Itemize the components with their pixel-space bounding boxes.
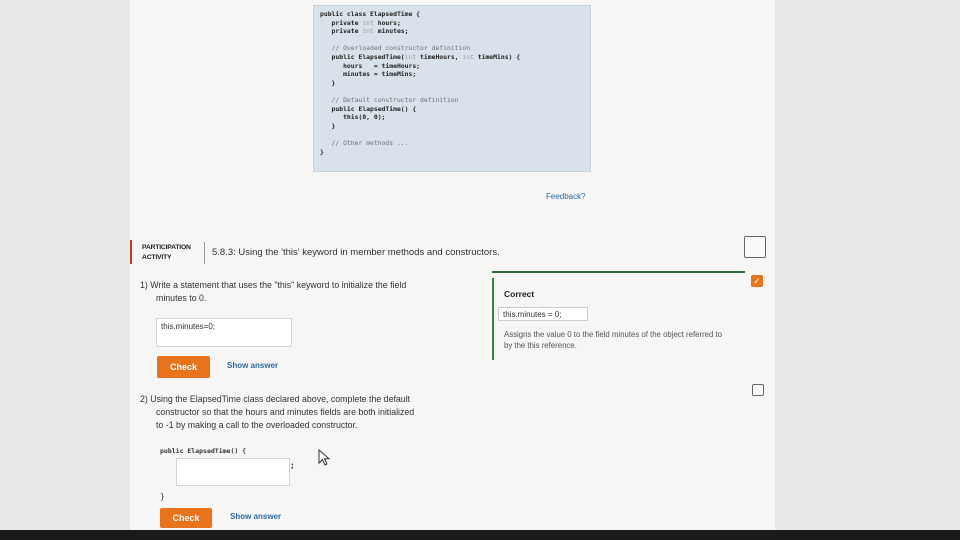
progress-rule [492, 271, 745, 273]
code-line: } [320, 78, 336, 87]
code-listing: public class ElapsedTime { private int h… [313, 5, 591, 172]
answer-explanation: Assigns the value 0 to the field minutes… [504, 330, 723, 350]
question-2-code-prefix: public ElapsedTime() { [160, 447, 247, 455]
code-line: public ElapsedTime(int timeHours, int ti… [320, 52, 521, 61]
code-line: public class ElapsedTime { [320, 10, 421, 18]
code-line: hours = timeHours; [320, 61, 421, 70]
question-1-show-answer-link[interactable]: Show answer [227, 361, 278, 370]
result-status: Correct [504, 289, 535, 299]
question-2-answer-input[interactable] [176, 458, 290, 486]
question-2-check-button[interactable]: Check [160, 508, 212, 528]
participation-activity-header: PARTICIPATION ACTIVITY 5.8.3: Using the … [130, 232, 775, 272]
code-line: public ElapsedTime() { [320, 104, 417, 113]
question-1-complete-check-icon: ✓ [751, 275, 763, 287]
mouse-cursor-icon [318, 449, 331, 466]
screen-bezel [0, 530, 960, 540]
question-2-semicolon: ; [290, 461, 295, 470]
code-line: // Overloaded constructor definition [320, 44, 471, 53]
question-2-completion-checkbox [752, 384, 764, 396]
question-1-check-button[interactable]: Check [157, 356, 210, 378]
feedback-link[interactable]: Feedback? [546, 192, 586, 201]
code-line: private int hours; [320, 18, 401, 27]
activity-accent-bar [130, 240, 132, 264]
activity-completion-checkbox [744, 236, 766, 258]
code-line: } [320, 121, 336, 130]
question-2-number: 2) [140, 394, 148, 404]
header-divider [204, 242, 205, 264]
question-1-answer-input[interactable]: this.minutes=0; [156, 318, 292, 347]
question-1-number: 1) [140, 280, 148, 290]
code-line: } [320, 147, 324, 156]
code-line: // Other methods ... [320, 138, 409, 147]
correct-answer-display: this.minutes = 0; [498, 307, 588, 321]
question-2-text: 2) Using the ElapsedTime class declared … [140, 394, 415, 430]
question-2-show-answer-link[interactable]: Show answer [230, 512, 281, 521]
question-1-text: 1) Write a statement that uses the "this… [140, 280, 407, 303]
code-line: this(0, 0); [320, 113, 386, 122]
activity-title: 5.8.3: Using the 'this' keyword in membe… [212, 247, 500, 258]
question-2-closing-brace: } [160, 492, 165, 501]
question-1-feedback-panel: Correct this.minutes = 0; Assigns the va… [492, 278, 747, 360]
code-line: minutes = timeMins; [320, 70, 417, 79]
code-line: private int minutes; [320, 27, 409, 36]
code-line: // Default constructor definition [320, 95, 459, 104]
activity-type-label: PARTICIPATION ACTIVITY [142, 244, 191, 261]
